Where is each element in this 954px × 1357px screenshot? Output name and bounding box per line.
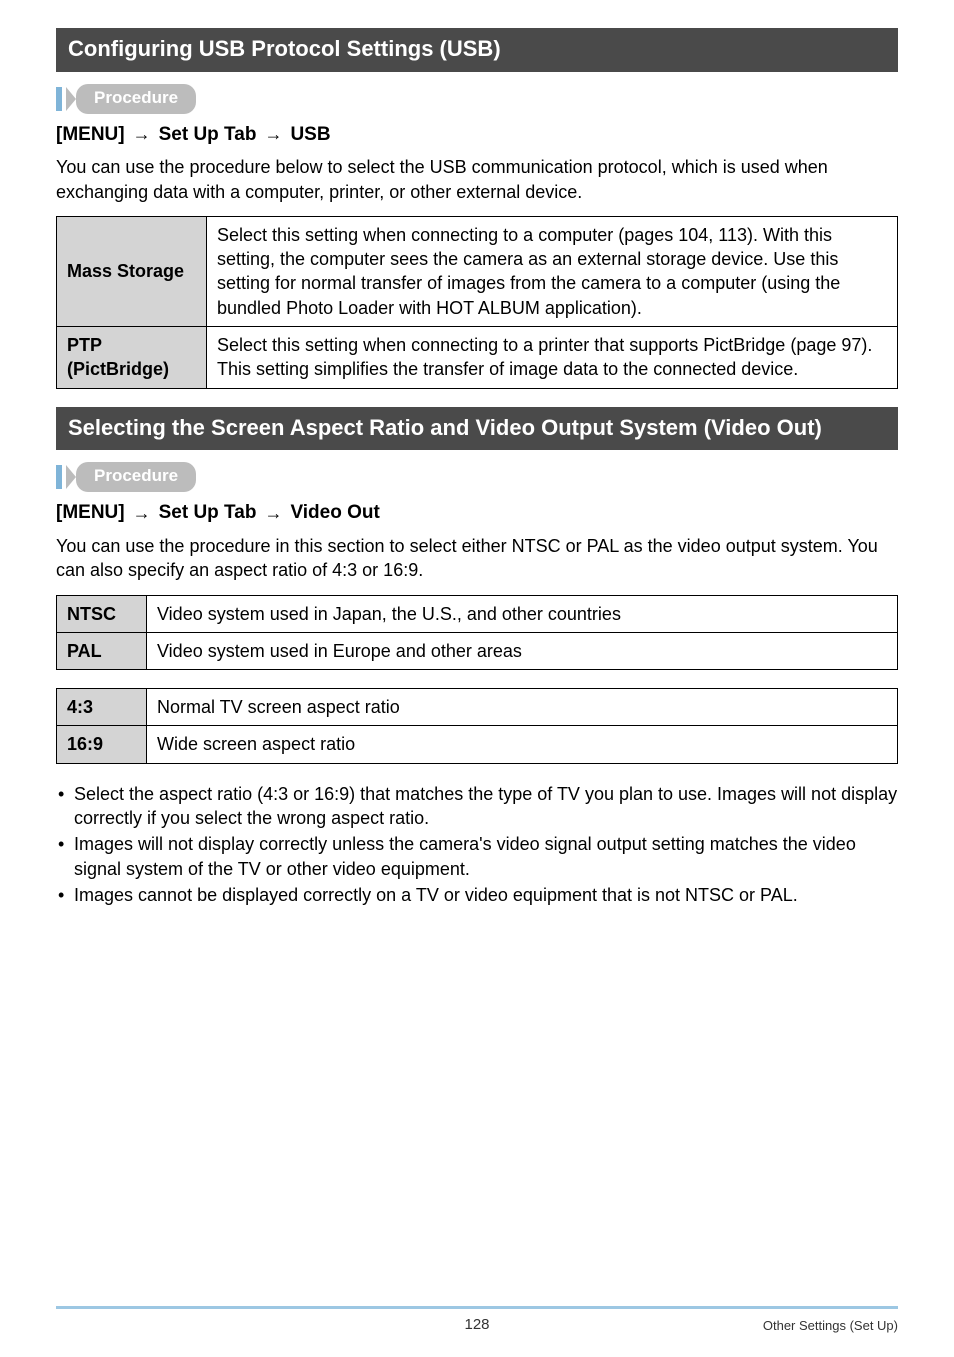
list-item: Images cannot be displayed correctly on … [56,883,898,907]
list-item: Select the aspect ratio (4:3 or 16:9) th… [56,782,898,831]
menu-path-part: [MENU] [56,500,125,526]
table-row: 4:3 Normal TV screen aspect ratio [57,689,898,726]
procedure-accent-bar [56,87,62,111]
option-key: PTP (PictBridge) [57,327,207,389]
procedure-pill: Procedure [76,84,196,114]
procedure-accent-bar [56,465,62,489]
menu-path-part: Set Up Tab [159,500,257,526]
menu-path-video-out: [MENU] → Set Up Tab → Video Out [56,500,898,526]
table-row: PTP (PictBridge) Select this setting whe… [57,327,898,389]
procedure-triangle-icon [66,87,76,111]
page-number: 128 [56,1315,898,1335]
section-intro: You can use the procedure in this sectio… [56,534,898,583]
section-header-video-out: Selecting the Screen Aspect Ratio and Vi… [56,407,898,451]
arrow-icon: → [264,501,282,525]
notes-list: Select the aspect ratio (4:3 or 16:9) th… [56,782,898,907]
list-item: Images will not display correctly unless… [56,832,898,881]
procedure-pill: Procedure [76,462,196,492]
option-key: Mass Storage [57,216,207,326]
menu-path-part: [MENU] [56,122,125,148]
page-footer: 128 Other Settings (Set Up) [56,1306,898,1335]
table-row: Mass Storage Select this setting when co… [57,216,898,326]
menu-path-usb: [MENU] → Set Up Tab → USB [56,122,898,148]
table-row: PAL Video system used in Europe and othe… [57,632,898,669]
section-header-usb: Configuring USB Protocol Settings (USB) [56,28,898,72]
video-system-table: NTSC Video system used in Japan, the U.S… [56,595,898,671]
menu-path-part: Set Up Tab [159,122,257,148]
procedure-row: Procedure [56,462,898,492]
footer-divider [56,1306,898,1309]
menu-path-part: Video Out [290,500,379,526]
option-desc: Wide screen aspect ratio [147,726,898,763]
option-desc: Select this setting when connecting to a… [207,216,898,326]
arrow-icon: → [133,122,151,146]
usb-options-table: Mass Storage Select this setting when co… [56,216,898,389]
arrow-icon: → [133,501,151,525]
option-key: PAL [57,632,147,669]
procedure-row: Procedure [56,84,898,114]
aspect-ratio-table: 4:3 Normal TV screen aspect ratio 16:9 W… [56,688,898,764]
option-desc: Video system used in Japan, the U.S., an… [147,595,898,632]
option-desc: Select this setting when connecting to a… [207,327,898,389]
table-row: 16:9 Wide screen aspect ratio [57,726,898,763]
option-key: 4:3 [57,689,147,726]
table-row: NTSC Video system used in Japan, the U.S… [57,595,898,632]
option-key: NTSC [57,595,147,632]
section-intro: You can use the procedure below to selec… [56,155,898,204]
procedure-triangle-icon [66,465,76,489]
option-key: 16:9 [57,726,147,763]
option-desc: Normal TV screen aspect ratio [147,689,898,726]
menu-path-part: USB [290,122,330,148]
arrow-icon: → [264,122,282,146]
option-desc: Video system used in Europe and other ar… [147,632,898,669]
